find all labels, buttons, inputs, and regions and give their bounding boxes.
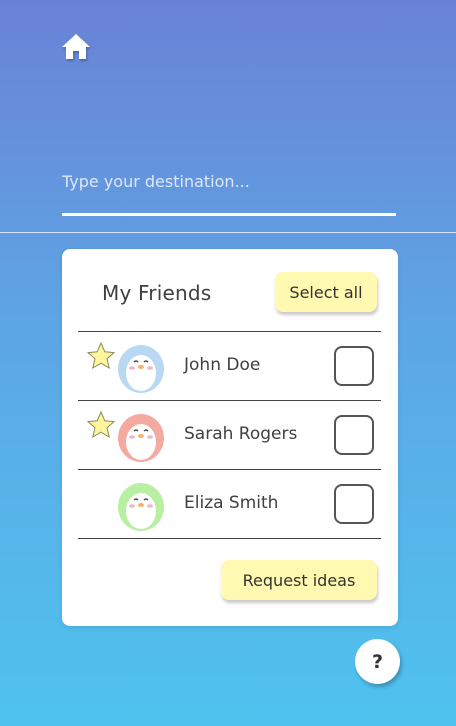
star-icon <box>86 341 116 370</box>
select-all-button[interactable]: Select all <box>275 272 377 312</box>
request-ideas-button[interactable]: Request ideas <box>221 560 377 600</box>
friend-row: Eliza Smith <box>78 470 381 539</box>
home-icon <box>62 34 90 59</box>
star-icon <box>86 410 116 439</box>
penguin-avatar-icon <box>118 483 164 531</box>
header-divider <box>0 232 456 233</box>
friend-name: Eliza Smith <box>184 493 279 513</box>
destination-input[interactable] <box>62 150 396 216</box>
help-button[interactable]: ? <box>355 639 400 684</box>
friend-checkbox[interactable] <box>334 484 374 524</box>
friend-row: John Doe <box>78 332 381 401</box>
home-button[interactable] <box>59 30 93 64</box>
card-title: My Friends <box>102 281 212 305</box>
friend-row: Sarah Rogers <box>78 401 381 470</box>
friend-checkbox[interactable] <box>334 346 374 386</box>
friend-name: Sarah Rogers <box>184 424 298 444</box>
friend-name: John Doe <box>184 355 261 375</box>
friend-list: John Doe Sarah Rogers Eliza Smith <box>78 331 381 539</box>
friends-card: My Friends Select all John Doe Sarah Rog… <box>62 249 398 626</box>
penguin-avatar-icon <box>118 414 164 462</box>
friend-checkbox[interactable] <box>334 415 374 455</box>
penguin-avatar-icon <box>118 345 164 393</box>
